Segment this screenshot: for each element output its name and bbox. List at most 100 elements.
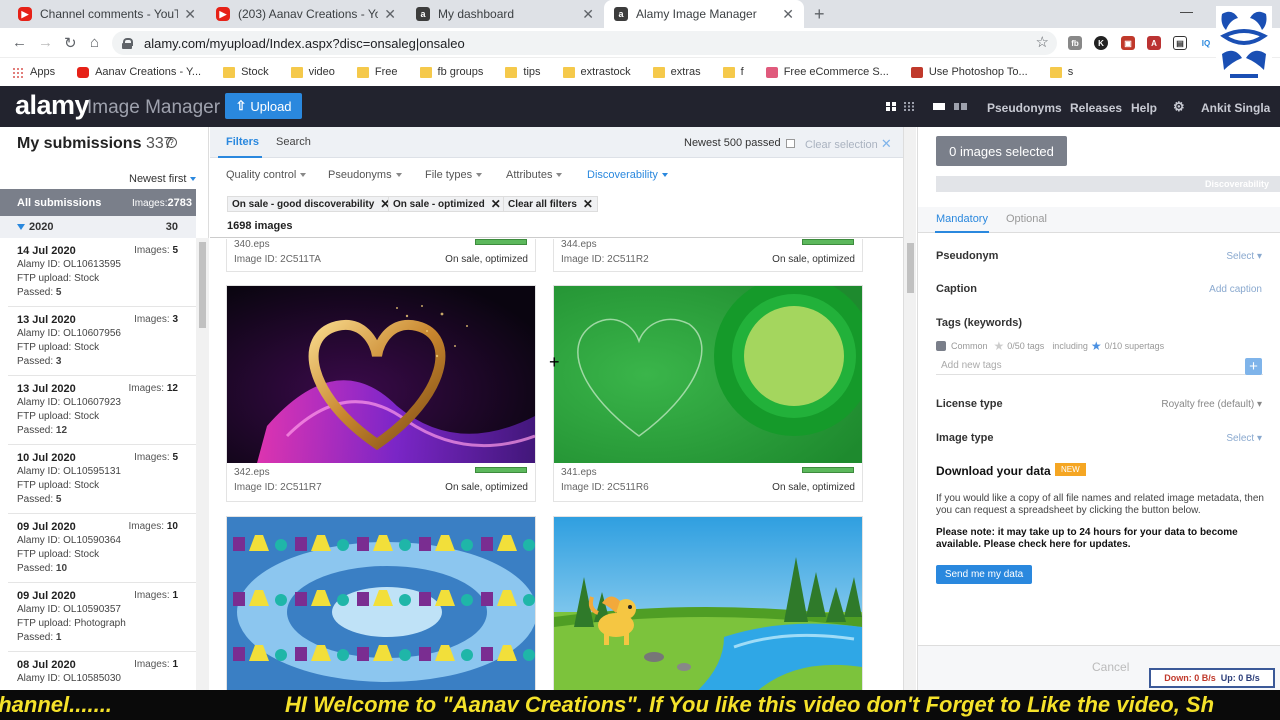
submission-item[interactable]: 09 Jul 2020 Images: 1 Alamy ID: OL10590357… [8, 583, 196, 652]
help-icon[interactable]: ? [166, 137, 177, 148]
nav-help[interactable]: Help [1131, 101, 1157, 115]
bookmark-folder[interactable]: extrastock [562, 66, 631, 78]
upload-button[interactable]: ⇧ Upload [225, 93, 302, 119]
image-thumbnail-green-heart[interactable] [554, 286, 862, 463]
grid-scrollbar[interactable] [903, 127, 916, 690]
extension-icon[interactable]: IQ [1199, 36, 1213, 50]
bookmark-folder[interactable]: extras [652, 66, 701, 78]
bookmark-label: Use Photoshop To... [928, 66, 1028, 78]
compact-view-icon[interactable] [954, 102, 967, 111]
scrollbar-thumb[interactable] [199, 242, 206, 328]
sidebar-scrollbar[interactable] [196, 238, 209, 690]
nav-releases[interactable]: Releases [1070, 101, 1122, 115]
submission-item[interactable]: 08 Jul 2020 Images: 1 Alamy ID: OL10585030 [8, 652, 196, 690]
submission-item[interactable]: 09 Jul 2020 Images: 10 Alamy ID: OL1059036… [8, 514, 196, 583]
minimize-icon[interactable]: — [1180, 4, 1193, 19]
list-view-icon[interactable] [933, 102, 945, 111]
send-data-button[interactable]: Send me my data [936, 565, 1032, 584]
forward-icon[interactable]: → [38, 34, 53, 51]
browser-tab-active[interactable]: a Alamy Image Manager ✕ [604, 0, 804, 28]
user-account-menu[interactable]: Ankit Singla [1201, 101, 1270, 115]
bookmark-star-icon[interactable]: ☆ [1036, 33, 1049, 51]
bookmark-folder[interactable]: fb groups [419, 66, 483, 78]
bookmark-folder[interactable]: tips [505, 66, 541, 78]
alamy-logo[interactable]: alamy [15, 90, 90, 121]
url-field[interactable]: alamy.com/myupload/Index.aspx?disc=onsal… [112, 31, 1057, 55]
image-card[interactable]: 342.eps Image ID: 2C511R7 On sale, optim… [226, 285, 536, 502]
submission-item[interactable]: 10 Jul 2020 Images: 5 Alamy ID: OL10595131… [8, 445, 196, 514]
large-grid-icon[interactable] [886, 102, 896, 111]
tab-search[interactable]: Search [276, 136, 311, 148]
tab-mandatory[interactable]: Mandatory [936, 213, 988, 225]
bookmark-folder[interactable]: s [1049, 66, 1073, 78]
image-card[interactable] [553, 516, 863, 690]
remove-chip-icon[interactable]: ✕ [583, 197, 593, 211]
extension-icon[interactable]: fb [1068, 36, 1082, 50]
cancel-button[interactable]: Cancel [1092, 660, 1129, 674]
image-card[interactable]: 340.eps Image ID: 2C511TA On sale, optim… [226, 239, 536, 272]
image-thumbnail-pony-landscape[interactable] [554, 517, 862, 690]
remove-chip-icon[interactable]: ✕ [491, 197, 501, 211]
attributes-dropdown[interactable]: Attributes [506, 169, 563, 181]
nav-pseudonyms[interactable]: Pseudonyms [987, 101, 1062, 115]
folder-icon [419, 66, 432, 78]
year-group-row[interactable]: 2020 30 [0, 216, 196, 238]
sort-dropdown[interactable]: Newest first [129, 173, 197, 185]
submission-item[interactable]: 14 Jul 2020 Images: 5 Alamy ID: OL10613595… [8, 238, 196, 307]
bookmark-folder[interactable]: Free [356, 66, 398, 78]
bookmark-item[interactable]: Use Photoshop To... [910, 66, 1028, 78]
bookmark-item[interactable]: Free eCommerce S... [765, 66, 889, 78]
bookmark-folder[interactable]: video [290, 66, 335, 78]
bookmark-item[interactable]: Aanav Creations - Y... [77, 66, 201, 78]
images-selected-button[interactable]: 0 images selected [936, 136, 1067, 166]
add-tag-plus-icon[interactable]: + [1245, 358, 1262, 375]
image-type-select[interactable]: Select ▾ [1226, 433, 1262, 444]
extension-icon[interactable]: K [1094, 36, 1108, 50]
quality-control-dropdown[interactable]: Quality control [226, 169, 307, 181]
clear-selection-button[interactable]: Clear selection ✕ [805, 136, 892, 152]
browser-tab[interactable]: a My dashboard ✕ [406, 0, 604, 28]
bookmark-apps[interactable]: Apps [12, 66, 55, 78]
close-icon[interactable]: ✕ [782, 6, 794, 23]
tab-filters[interactable]: Filters [226, 136, 259, 148]
close-icon[interactable]: ✕ [184, 6, 196, 23]
all-submissions-row[interactable]: All submissions Images:2783 [0, 189, 196, 216]
filter-chip-good-discoverability[interactable]: On sale - good discoverability ✕ [227, 196, 396, 212]
newest-passed-toggle[interactable]: Newest 500 passed [684, 137, 795, 149]
filter-chip-optimized[interactable]: On sale - optimized ✕ [388, 196, 506, 212]
settings-gear-icon[interactable]: ⚙ [1173, 99, 1185, 115]
pseudonyms-dropdown[interactable]: Pseudonyms [328, 169, 402, 181]
close-icon[interactable]: ✕ [582, 6, 594, 23]
home-icon[interactable]: ⌂ [90, 34, 99, 51]
image-card[interactable]: 344.eps Image ID: 2C511R2 On sale, optim… [553, 239, 863, 272]
scrollbar-thumb[interactable] [907, 243, 914, 293]
back-icon[interactable]: ← [12, 34, 27, 51]
close-icon[interactable]: ✕ [384, 6, 396, 23]
submission-item[interactable]: 13 Jul 2020 Images: 12 Alamy ID: OL1060792… [8, 376, 196, 445]
new-tab-button[interactable]: + [814, 4, 825, 25]
bookmark-folder[interactable]: Stock [223, 66, 269, 78]
extension-icon[interactable]: ▣ [1121, 36, 1135, 50]
image-card[interactable]: 341.eps Image ID: 2C511R6 On sale, optim… [553, 285, 863, 502]
extension-icon[interactable]: ▤ [1173, 36, 1187, 50]
pseudonym-select[interactable]: Select ▾ [1226, 251, 1262, 262]
newest-passed-checkbox[interactable] [785, 138, 795, 148]
clear-all-filters-chip[interactable]: Clear all filters ✕ [503, 196, 598, 212]
add-tags-input[interactable]: Add new tags [936, 357, 1263, 375]
browser-tab[interactable]: ▶ (203) Aanav Creations - YouTube ✕ [206, 0, 406, 28]
image-thumbnail-lab-flasks[interactable] [227, 517, 535, 690]
add-caption-link[interactable]: Add caption [1209, 284, 1262, 295]
file-types-dropdown[interactable]: File types [425, 169, 483, 181]
reload-icon[interactable]: ↻ [64, 34, 77, 52]
image-thumbnail-golden-heart[interactable] [227, 286, 535, 463]
upload-type: FTP upload: Photograph [17, 618, 126, 629]
small-grid-icon[interactable] [904, 102, 914, 111]
browser-tab[interactable]: ▶ Channel comments - YouTube St ✕ [8, 0, 206, 28]
image-card[interactable] [226, 516, 536, 690]
discoverability-dropdown[interactable]: Discoverability [587, 169, 668, 181]
bookmark-folder[interactable]: f [722, 66, 744, 78]
license-type-select[interactable]: Royalty free (default) ▾ [1161, 399, 1262, 410]
pdf-extension-icon[interactable]: A [1147, 36, 1161, 50]
tab-optional[interactable]: Optional [1006, 213, 1047, 225]
submission-item[interactable]: 13 Jul 2020 Images: 3 Alamy ID: OL10607956… [8, 307, 196, 376]
